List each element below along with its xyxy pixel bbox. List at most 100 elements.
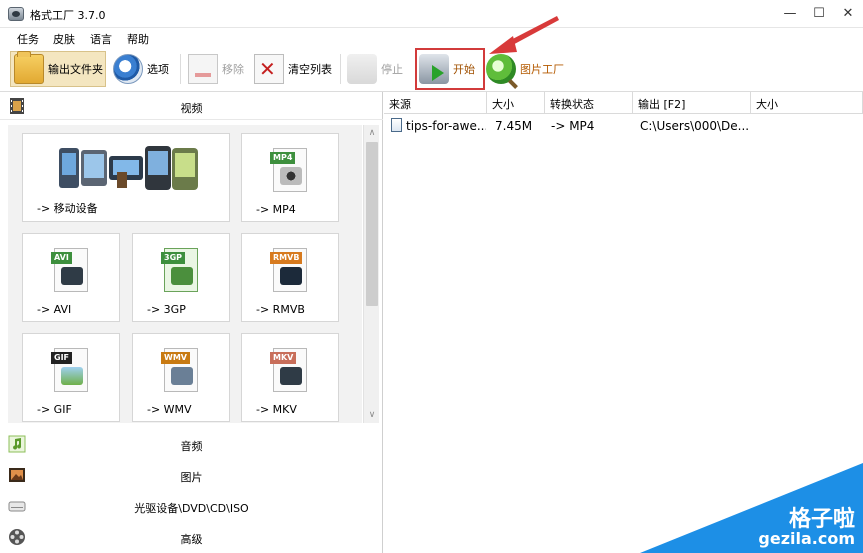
options-button[interactable]: 选项 <box>112 51 169 87</box>
format-tile-label: -> MKV <box>256 403 297 416</box>
menu-help[interactable]: 帮助 <box>127 31 149 47</box>
folder-icon <box>14 51 44 84</box>
film-strip-icon <box>280 367 302 385</box>
window-title: 格式工厂 3.7.0 <box>30 9 106 22</box>
remove-label: 移除 <box>222 63 244 76</box>
format-tag: AVI <box>51 252 72 264</box>
remove-icon <box>188 54 218 84</box>
category-picture[interactable]: 图片 <box>0 461 383 489</box>
avi-file-icon: AVI <box>51 248 88 292</box>
mp4-file-icon: MP4 <box>270 148 307 192</box>
column-header-source[interactable]: 来源 <box>384 92 487 114</box>
options-label: 选项 <box>147 63 169 76</box>
output-folder-button[interactable]: 输出文件夹 <box>10 51 106 87</box>
stop-button[interactable]: 停止 <box>347 51 403 87</box>
format-tile-mp4[interactable]: MP4 -> MP4 <box>241 133 339 222</box>
mkv-file-icon: MKV <box>270 348 307 392</box>
format-tile-label: -> 3GP <box>147 303 186 316</box>
format-tile-label: -> RMVB <box>256 303 305 316</box>
format-grid-scrollbar[interactable]: ∧ ∨ <box>363 125 379 423</box>
maximize-button[interactable]: ☐ <box>804 4 834 24</box>
task-size: 7.45M <box>495 119 533 133</box>
scroll-thumb[interactable] <box>366 142 378 306</box>
table-row[interactable]: tips-for-awe... 7.45M -> MP4 C:\Users\00… <box>384 115 863 135</box>
output-folder-label: 输出文件夹 <box>48 63 103 76</box>
film-strip-icon <box>61 267 83 285</box>
picture-factory-label: 图片工厂 <box>520 63 564 76</box>
category-dvd-label: 光驱设备\DVD\CD\ISO <box>134 502 249 515</box>
category-dvd[interactable]: 光驱设备\DVD\CD\ISO <box>0 492 383 520</box>
film-reel-icon <box>280 167 302 185</box>
format-tile-rmvb[interactable]: RMVB -> RMVB <box>241 233 339 322</box>
task-status: -> MP4 <box>551 119 595 133</box>
format-tile-label: -> AVI <box>37 303 72 316</box>
annotation-arrow-icon <box>489 16 559 54</box>
scroll-down-button[interactable]: ∨ <box>364 407 380 423</box>
menu-bar: 任务 皮肤 语言 帮助 <box>0 28 863 48</box>
app-logo-icon <box>8 7 24 21</box>
close-button[interactable]: ✕ <box>833 4 863 24</box>
gif-file-icon: GIF <box>51 348 88 392</box>
category-audio-label: 音频 <box>180 440 203 453</box>
task-source: tips-for-awe... <box>406 119 486 133</box>
format-tag: MKV <box>270 352 297 364</box>
watermark: 格子啦 gezila.com <box>640 463 863 553</box>
mobile-devices-icon <box>59 146 198 190</box>
stop-label: 停止 <box>381 63 403 76</box>
menu-task[interactable]: 任务 <box>17 31 39 47</box>
title-bar: 格式工厂 3.7.0 — ☐ ✕ <box>0 0 863 28</box>
wmv-file-icon: WMV <box>161 348 198 392</box>
3gp-file-icon: 3GP <box>161 248 198 292</box>
phone-screen-icon <box>171 267 193 285</box>
remove-button[interactable]: 移除 <box>188 51 244 87</box>
column-header-status[interactable]: 转换状态 <box>545 92 633 114</box>
toolbar-separator <box>340 54 341 84</box>
format-tile-mkv[interactable]: MKV -> MKV <box>241 333 339 422</box>
column-header-output[interactable]: 输出 [F2] <box>633 92 751 114</box>
scroll-up-button[interactable]: ∧ <box>364 125 380 141</box>
minimize-button[interactable]: — <box>775 4 805 24</box>
video-camera-icon <box>171 367 193 385</box>
video-format-grid: -> 移动设备 MP4 -> MP4 AVI -> AVI 3GP -> 3GP <box>8 125 362 423</box>
format-tile-mobile[interactable]: -> 移动设备 <box>22 133 230 222</box>
column-header-size[interactable]: 大小 <box>487 92 545 114</box>
magnifier-icon <box>486 54 516 84</box>
format-tile-avi[interactable]: AVI -> AVI <box>22 233 120 322</box>
format-tile-wmv[interactable]: WMV -> WMV <box>132 333 230 422</box>
format-tile-gif[interactable]: GIF -> GIF <box>22 333 120 422</box>
toolbar-separator <box>180 54 181 84</box>
category-panel: 视频 -> 移动设备 MP4 -> MP4 AVI -> AVI 3GP -> … <box>0 92 383 553</box>
start-button[interactable]: 开始 <box>415 48 485 90</box>
rmvb-file-icon: RMVB <box>270 248 307 292</box>
menu-skin[interactable]: 皮肤 <box>53 31 75 47</box>
clear-list-icon: ✕ <box>254 54 284 84</box>
category-advanced[interactable]: 高级 <box>0 523 383 551</box>
format-tag: 3GP <box>161 252 185 264</box>
real-player-icon <box>280 267 302 285</box>
options-gear-icon <box>113 54 143 84</box>
clear-list-button[interactable]: ✕ 清空列表 <box>254 51 332 87</box>
file-icon <box>391 118 402 132</box>
category-video-label: 视频 <box>180 102 203 115</box>
category-advanced-label: 高级 <box>180 533 203 546</box>
format-tile-label: -> 移动设备 <box>37 202 98 215</box>
menu-language[interactable]: 语言 <box>90 31 112 47</box>
format-tag: WMV <box>161 352 190 364</box>
format-tag: GIF <box>51 352 73 364</box>
format-tile-label: -> GIF <box>37 403 72 416</box>
category-video[interactable]: 视频 <box>0 92 383 120</box>
start-label: 开始 <box>453 63 475 76</box>
start-play-icon <box>419 54 449 84</box>
format-tile-label: -> MP4 <box>256 203 296 216</box>
category-picture-label: 图片 <box>180 471 203 484</box>
category-audio[interactable]: 音频 <box>0 430 383 458</box>
landscape-image-icon <box>61 367 83 385</box>
watermark-url: gezila.com <box>758 529 855 548</box>
stop-icon <box>347 54 377 84</box>
format-tag: RMVB <box>270 252 303 264</box>
format-tile-label: -> WMV <box>147 403 192 416</box>
format-tag: MP4 <box>270 152 296 164</box>
format-tile-3gp[interactable]: 3GP -> 3GP <box>132 233 230 322</box>
column-header-output-size[interactable]: 大小 <box>751 92 863 114</box>
clear-list-label: 清空列表 <box>288 63 332 76</box>
